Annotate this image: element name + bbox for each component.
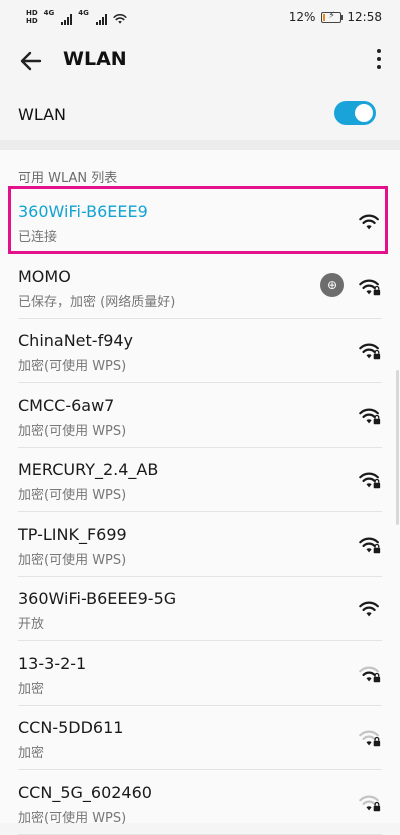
hd-badge-1: HD — [26, 9, 38, 17]
hms-icon: ⊕ — [320, 272, 344, 297]
network-name: MERCURY_2.4_AB — [18, 460, 159, 479]
network-row[interactable]: CCN_5G_602460 加密(可使用 WPS) — [0, 771, 400, 835]
wifi-locked-icon — [359, 343, 381, 360]
network-name: 13-3-2-1 — [18, 653, 87, 673]
hd-badges: HD HD — [26, 9, 38, 25]
back-arrow-icon[interactable] — [18, 48, 44, 74]
network-row[interactable]: CCN-5DD611 加密 — [0, 706, 400, 770]
network-row[interactable]: 360WiFi-B6EEE9-5G 开放 — [0, 577, 400, 641]
network-name: 360WiFi-B6EEE9-5G — [18, 589, 177, 608]
signal-icon-2 — [95, 13, 107, 25]
wifi-locked-icon — [359, 537, 381, 553]
network-type-1: 4G — [43, 9, 55, 17]
signal-icon — [61, 13, 73, 25]
status-right: 12% ⚡ 12:58 — [289, 10, 382, 24]
wlan-switch[interactable] — [334, 101, 376, 125]
network-row[interactable]: MERCURY_2.4_AB 加密(可使用 WPS) — [0, 448, 400, 512]
battery-percent: 12% — [288, 10, 316, 24]
network-row[interactable]: MOMO 已保存，加密 (网络质量好) ⊕ — [0, 255, 400, 319]
wifi-icon — [359, 601, 379, 617]
wifi-locked-icon — [359, 408, 381, 424]
hd-badge-2: HD — [26, 17, 38, 25]
network-name: TP-LINK_F699 — [18, 524, 127, 544]
network-status: 加密(可使用 WPS) — [18, 359, 127, 374]
wifi-locked-icon — [359, 472, 381, 489]
network-status: 加密(可使用 WPS) — [18, 488, 127, 503]
wifi-icon — [359, 214, 379, 230]
network-status: 开放 — [18, 617, 45, 632]
scrollbar[interactable] — [396, 370, 399, 525]
wlan-toggle-label: WLAN — [18, 105, 67, 124]
clock: 12:58 — [347, 10, 382, 24]
network-status: 加密 — [18, 746, 45, 761]
network-name: MOMO — [18, 266, 71, 286]
network-name: CCN_5G_602460 — [18, 782, 152, 802]
network-row[interactable]: 360WiFi-B6EEE9 已连接 — [0, 190, 400, 254]
network-name: CCN-5DD611 — [18, 718, 124, 737]
network-name: CMCC-6aw7 — [18, 395, 115, 415]
network-status: 已连接 — [18, 230, 58, 245]
page-title: WLAN — [63, 48, 127, 70]
network-name: ChinaNet-f94y — [18, 331, 134, 350]
wifi-status-icon — [113, 14, 127, 24]
switch-knob — [355, 104, 373, 122]
row-divider — [18, 833, 382, 835]
network-row[interactable]: CMCC-6aw7 加密(可使用 WPS) — [0, 384, 400, 448]
section-label: 可用 WLAN 列表 — [18, 171, 118, 186]
network-row[interactable]: TP-LINK_F699 加密(可使用 WPS) — [0, 513, 400, 577]
section-divider — [0, 140, 400, 150]
wlan-toggle-row[interactable]: WLAN — [0, 88, 400, 140]
network-indicators: HD HD 4G 4G — [26, 9, 127, 25]
status-bar: HD HD 4G 4G 12% ⚡ 12:58 — [0, 0, 400, 36]
network-row[interactable]: 13-3-2-1 加密 — [0, 642, 400, 706]
wifi-locked-icon — [359, 730, 381, 747]
app-bar: WLAN — [0, 36, 400, 86]
network-row[interactable]: ChinaNet-f94y 加密(可使用 WPS) — [0, 319, 400, 383]
network-status: 加密(可使用 WPS) — [18, 552, 127, 568]
network-type-2: 4G — [78, 9, 89, 17]
battery-icon: ⚡ — [321, 11, 344, 23]
network-status: 加密 — [18, 681, 45, 697]
wifi-locked-icon — [359, 666, 381, 682]
more-vertical-icon[interactable] — [376, 49, 382, 75]
network-status: 加密(可使用 WPS) — [18, 423, 127, 439]
network-name: 360WiFi-B6EEE9 — [18, 202, 148, 221]
network-status: 已保存，加密 (网络质量好) — [18, 294, 176, 310]
wifi-locked-icon — [359, 795, 381, 811]
wifi-locked-icon — [359, 279, 381, 295]
